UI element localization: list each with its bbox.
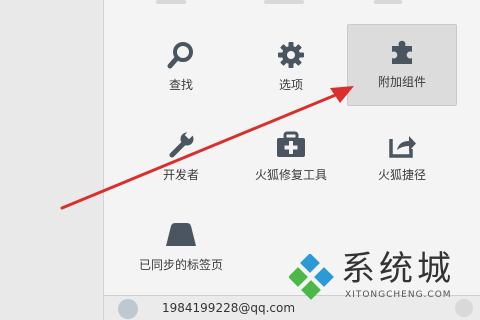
top-item-stub — [264, 0, 304, 4]
wrench-icon — [164, 128, 198, 162]
menu-item-label: 查找 — [168, 78, 193, 92]
account-email: 1984199228@qq.com — [162, 301, 296, 315]
synced-tabs-icon — [164, 218, 198, 252]
puzzle-icon — [385, 35, 419, 69]
menu-item-synced-tabs[interactable]: 已同步的标签页 — [126, 208, 236, 280]
share-icon — [385, 128, 419, 162]
menu-item-addons[interactable]: 附加组件 — [347, 24, 457, 106]
watermark-logo-icon — [288, 253, 335, 300]
menu-item-label: 火狐捷径 — [377, 168, 426, 182]
menu-item-repair-tool[interactable]: 火狐修复工具 — [236, 118, 346, 198]
menu-item-find[interactable]: 查找 — [126, 28, 236, 108]
search-icon — [164, 38, 198, 72]
menu-item-developer[interactable]: 开发者 — [126, 118, 236, 198]
menu-top-row — [104, 0, 480, 10]
menu-item-options[interactable]: 选项 — [236, 28, 346, 108]
top-item-stub — [374, 0, 402, 4]
menu-item-label: 火狐修复工具 — [254, 168, 327, 182]
menu-item-label: 开发者 — [162, 168, 199, 182]
top-item-stub — [156, 0, 186, 4]
watermark: 系统城 XITONGCHENG.COM — [287, 248, 477, 310]
gear-icon — [274, 38, 308, 72]
toolbox-icon — [274, 128, 308, 162]
watermark-title: 系统城 — [341, 249, 455, 289]
menu-item-shortcuts[interactable]: 火狐捷径 — [347, 118, 457, 198]
menu-item-label: 选项 — [278, 78, 303, 92]
menu-item-label: 附加组件 — [377, 75, 426, 89]
menu-item-label: 已同步的标签页 — [138, 258, 223, 272]
watermark-domain: XITONGCHENG.COM — [345, 290, 452, 300]
avatar — [118, 299, 138, 319]
